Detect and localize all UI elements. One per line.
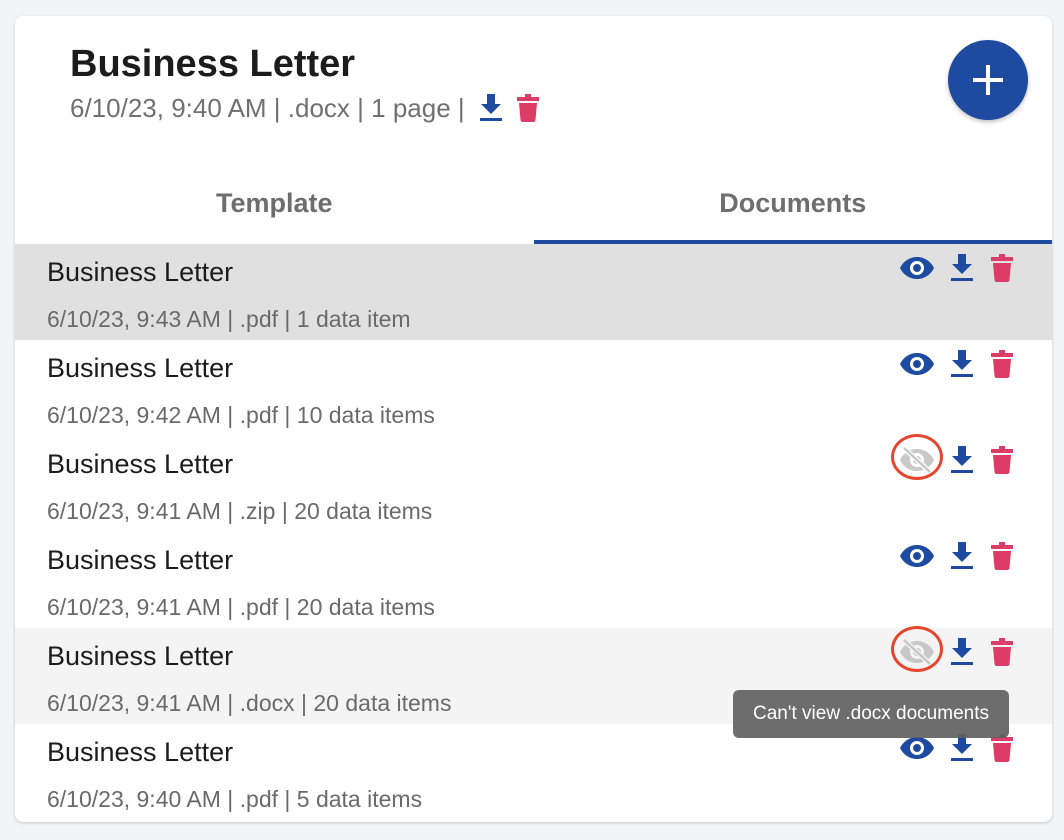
template-title: Business Letter: [70, 43, 356, 85]
download-icon: [479, 94, 502, 121]
download-icon: [951, 350, 973, 377]
download-icon: [951, 638, 973, 665]
download-button[interactable]: [950, 246, 974, 290]
download-icon: [951, 734, 973, 761]
document-meta: 6/10/23, 9:40 AM | .pdf | 5 data items: [47, 786, 423, 812]
view-button-disabled[interactable]: [885, 626, 949, 674]
document-actions: [885, 246, 1035, 290]
document-name: Business Letter: [47, 641, 234, 671]
view-button[interactable]: [885, 534, 949, 578]
document-name: Business Letter: [47, 257, 234, 287]
delete-button[interactable]: [989, 438, 1015, 482]
tab-template[interactable]: Template: [15, 162, 534, 244]
download-button[interactable]: [950, 438, 974, 482]
document-actions: [885, 534, 1035, 578]
tooltip: Can't view .docx documents: [733, 690, 1009, 738]
document-name: Business Letter: [47, 449, 234, 479]
delete-button[interactable]: [989, 534, 1015, 578]
document-actions: [885, 434, 1035, 482]
document-meta: 6/10/23, 9:42 AM | .pdf | 10 data items: [47, 402, 435, 428]
download-button[interactable]: [950, 534, 974, 578]
eye-icon: [900, 257, 934, 279]
eye-off-icon: [900, 447, 934, 473]
document-meta: 6/10/23, 9:43 AM | .pdf | 1 data item: [47, 306, 411, 332]
trash-icon: [991, 254, 1013, 282]
download-icon: [951, 446, 973, 473]
delete-button[interactable]: [989, 342, 1015, 386]
delete-button[interactable]: [989, 630, 1015, 674]
add-document-button[interactable]: [948, 40, 1028, 120]
eye-icon: [900, 737, 934, 759]
plus-icon: [973, 65, 1003, 95]
template-download-button[interactable]: [479, 94, 503, 122]
trash-icon: [991, 350, 1013, 378]
tab-bar: Template Documents: [15, 162, 1052, 244]
view-button-disabled[interactable]: [885, 434, 949, 482]
document-actions: [885, 626, 1035, 674]
download-icon: [951, 542, 973, 569]
template-meta-text: 6/10/23, 9:40 AM | .docx | 1 page |: [70, 93, 465, 123]
eye-icon: [900, 353, 934, 375]
download-button[interactable]: [950, 342, 974, 386]
trash-icon: [991, 446, 1013, 474]
document-meta: 6/10/23, 9:41 AM | .zip | 20 data items: [47, 498, 433, 524]
template-meta: 6/10/23, 9:40 AM | .docx | 1 page |: [70, 90, 539, 126]
document-row[interactable]: Business Letter 6/10/23, 9:41 AM | .pdf …: [15, 532, 1052, 628]
document-actions: [885, 342, 1035, 386]
view-button[interactable]: [885, 246, 949, 290]
trash-icon: [516, 94, 539, 122]
tab-documents[interactable]: Documents: [533, 162, 1053, 244]
download-icon: [951, 254, 973, 281]
trash-icon: [991, 542, 1013, 570]
document-row[interactable]: Business Letter 6/10/23, 9:40 AM | .pdf …: [15, 724, 1052, 820]
download-button[interactable]: [950, 630, 974, 674]
trash-icon: [991, 638, 1013, 666]
eye-off-icon: [900, 639, 934, 665]
document-name: Business Letter: [47, 737, 234, 767]
template-delete-button[interactable]: [516, 94, 539, 122]
delete-button[interactable]: [989, 246, 1015, 290]
document-meta: 6/10/23, 9:41 AM | .pdf | 20 data items: [47, 594, 435, 620]
view-button[interactable]: [885, 342, 949, 386]
document-name: Business Letter: [47, 545, 234, 575]
eye-icon: [900, 545, 934, 567]
document-name: Business Letter: [47, 353, 234, 383]
document-meta: 6/10/23, 9:41 AM | .docx | 20 data items: [47, 690, 452, 716]
trash-icon: [991, 734, 1013, 762]
document-row[interactable]: Business Letter 6/10/23, 9:42 AM | .pdf …: [15, 340, 1052, 436]
document-row[interactable]: Business Letter 6/10/23, 9:43 AM | .pdf …: [15, 244, 1052, 340]
document-row[interactable]: Business Letter 6/10/23, 9:41 AM | .zip …: [15, 434, 1052, 532]
